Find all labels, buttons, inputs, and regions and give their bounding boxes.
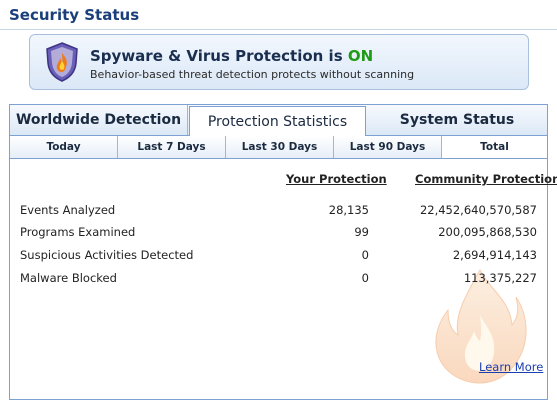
- tab-worldwide-detection[interactable]: Worldwide Detection: [10, 105, 188, 135]
- banner-heading: Spyware & Virus Protection is ON: [90, 47, 373, 65]
- protection-status: ON: [347, 47, 374, 65]
- banner-subtitle: Behavior-based threat detection protects…: [90, 68, 415, 81]
- subtab-total[interactable]: Total: [442, 136, 547, 158]
- subtab-today[interactable]: Today: [10, 136, 118, 158]
- community-value: 113,375,227: [463, 271, 537, 285]
- subtab-last-7-days[interactable]: Last 7 Days: [118, 136, 226, 158]
- community-value: 22,452,640,570,587: [419, 203, 537, 217]
- subtab-last-30-days[interactable]: Last 30 Days: [226, 136, 334, 158]
- your-value: 99: [354, 225, 369, 239]
- tab-system-status[interactable]: System Status: [367, 105, 547, 135]
- your-value: 0: [361, 248, 369, 262]
- shield-flame-icon: [46, 42, 78, 82]
- title-divider: [0, 29, 557, 30]
- your-value: 0: [361, 271, 369, 285]
- tab-protection-statistics[interactable]: Protection Statistics: [189, 106, 366, 136]
- sub-tab-bar: Today Last 7 Days Last 30 Days Last 90 D…: [10, 136, 547, 159]
- row-label: Malware Blocked: [20, 271, 117, 285]
- banner-heading-text: Spyware & Virus Protection is: [90, 47, 348, 65]
- your-value: 28,135: [328, 203, 369, 217]
- main-tab-bar: Worldwide Detection Protection Statistic…: [10, 105, 547, 136]
- row-label: Programs Examined: [20, 225, 136, 239]
- learn-more-link[interactable]: Learn More: [479, 360, 543, 374]
- statistics-panel: Worldwide Detection Protection Statistic…: [9, 104, 557, 400]
- community-value: 200,095,868,530: [438, 225, 537, 239]
- column-header-your-protection: Your Protection: [286, 172, 387, 186]
- column-header-community-protection: Community Protection: [415, 172, 557, 186]
- protection-banner: Spyware & Virus Protection is ON Behavio…: [29, 34, 529, 90]
- page-title: Security Status: [9, 6, 140, 24]
- row-label: Events Analyzed: [20, 203, 116, 217]
- subtab-last-90-days[interactable]: Last 90 Days: [334, 136, 442, 158]
- row-label: Suspicious Activities Detected: [20, 248, 194, 262]
- community-value: 2,694,914,143: [452, 248, 537, 262]
